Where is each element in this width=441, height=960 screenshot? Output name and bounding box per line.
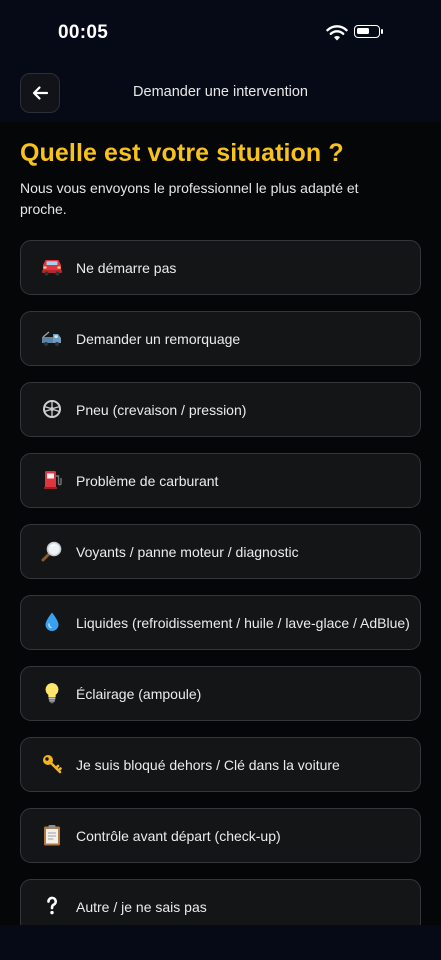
- tow-truck-icon: [40, 326, 64, 350]
- main-content: Quelle est votre situation ? Nous vous e…: [0, 122, 441, 925]
- option-other[interactable]: Autre / je ne sais pas: [20, 879, 421, 925]
- bottom-safe-area: [0, 925, 441, 960]
- option-label: Pneu (crevaison / pression): [76, 401, 247, 418]
- light-bulb-icon: [40, 681, 64, 705]
- option-label: Demander un remorquage: [76, 330, 241, 347]
- droplet-icon: [40, 610, 64, 634]
- option-towing[interactable]: Demander un remorquage: [20, 311, 421, 366]
- navigation-bar: Demander une intervention: [0, 64, 441, 122]
- option-label: Je suis bloqué dehors / Clé dans la voit…: [76, 756, 340, 773]
- option-label: Ne démarre pas: [76, 259, 177, 276]
- option-lighting[interactable]: Éclairage (ampoule): [20, 666, 421, 721]
- option-lockout[interactable]: Je suis bloqué dehors / Clé dans la voit…: [20, 737, 421, 792]
- magnifier-icon: [40, 539, 64, 563]
- situation-options-list: Ne démarre pas Demander un remorquage Pn…: [20, 240, 421, 925]
- option-label: Éclairage (ampoule): [76, 685, 202, 702]
- option-tire[interactable]: Pneu (crevaison / pression): [20, 382, 421, 437]
- wifi-icon: [326, 25, 348, 41]
- page-subtitle: Nous vous envoyons le professionnel le p…: [20, 180, 359, 217]
- tire-icon: [40, 397, 64, 421]
- nav-title: Demander une intervention: [133, 84, 308, 100]
- battery-icon: [354, 25, 383, 38]
- status-bar: 00:05: [0, 0, 441, 64]
- option-label: Liquides (refroidissement / huile / lave…: [76, 614, 410, 631]
- option-fuel[interactable]: Problème de carburant: [20, 453, 421, 508]
- option-fluids[interactable]: Liquides (refroidissement / huile / lave…: [20, 595, 421, 650]
- status-time: 00:05: [58, 22, 109, 43]
- option-label: Autre / je ne sais pas: [76, 898, 207, 915]
- clipboard-icon: [40, 823, 64, 847]
- option-label: Contrôle avant départ (check-up): [76, 827, 281, 844]
- fuel-pump-icon: [40, 468, 64, 492]
- option-label: Problème de carburant: [76, 472, 219, 489]
- option-label: Voyants / panne moteur / diagnostic: [76, 543, 299, 560]
- page-heading: Quelle est votre situation ?: [20, 139, 344, 167]
- red-car-icon: [40, 255, 64, 279]
- option-no-start[interactable]: Ne démarre pas: [20, 240, 421, 295]
- key-icon: [40, 752, 64, 776]
- question-mark-icon: [40, 894, 64, 918]
- option-diagnostic[interactable]: Voyants / panne moteur / diagnostic: [20, 524, 421, 579]
- option-checkup[interactable]: Contrôle avant départ (check-up): [20, 808, 421, 863]
